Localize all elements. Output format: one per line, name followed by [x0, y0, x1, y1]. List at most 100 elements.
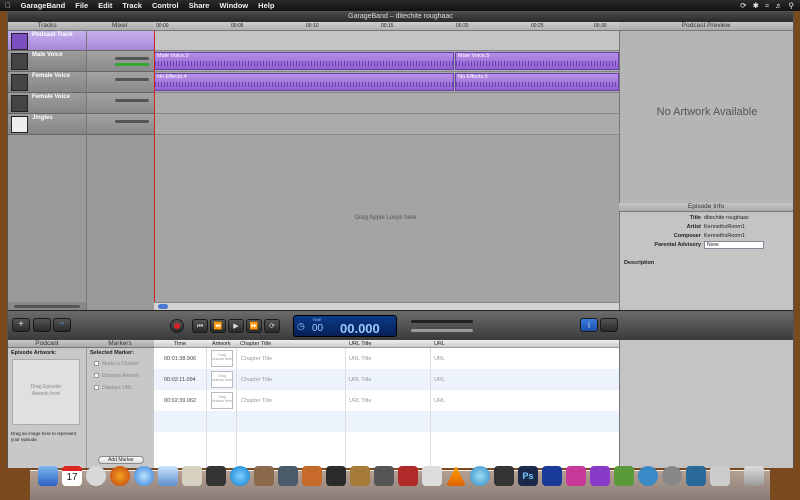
app-icon[interactable]: [398, 466, 418, 486]
menu-edit[interactable]: Edit: [93, 1, 117, 10]
go-to-start-button[interactable]: ⏮: [192, 319, 208, 333]
title-value[interactable]: ditechite roughaac: [704, 215, 749, 221]
app-icon[interactable]: [374, 466, 394, 486]
app-icon[interactable]: [710, 466, 730, 486]
col-chapter-title[interactable]: Chapter Title: [240, 341, 271, 347]
col-time[interactable]: Time: [174, 341, 186, 347]
lane-female-voice-2[interactable]: [154, 93, 619, 114]
lane-jingles[interactable]: [154, 114, 619, 135]
row-artwork-drop[interactable]: Drag Artwork here: [211, 371, 233, 388]
audio-region[interactable]: Male Voice.3: [154, 52, 454, 70]
table-row[interactable]: 00:01:38.906 Drag Artwork here Chapter T…: [154, 348, 619, 369]
volume-slider[interactable]: [115, 57, 149, 60]
timeline-ruler[interactable]: 00:00 00:05 00:10 00:15 00:20 00:25 00:3…: [154, 22, 619, 31]
adium-icon[interactable]: [206, 466, 226, 486]
add-marker-button[interactable]: Add Marker: [98, 456, 144, 464]
horizontal-scrollbar[interactable]: [154, 302, 619, 310]
row-chapter-title[interactable]: Chapter Title: [241, 356, 272, 362]
track-podcast[interactable]: Podcast Track: [8, 31, 86, 51]
row-url[interactable]: URL: [434, 377, 445, 383]
menu-file[interactable]: File: [70, 1, 93, 10]
mixer-female-voice[interactable]: [86, 72, 154, 93]
app-icon[interactable]: [422, 466, 442, 486]
safari-icon[interactable]: [134, 466, 154, 486]
skype-icon[interactable]: [230, 466, 250, 486]
menu-window[interactable]: Window: [214, 1, 253, 10]
wifi-icon[interactable]: ≈: [765, 1, 769, 10]
fast-forward-button[interactable]: ⏩: [246, 319, 262, 333]
row-chapter-title[interactable]: Chapter Title: [241, 377, 272, 383]
quicktime-icon[interactable]: [470, 466, 490, 486]
ical-icon[interactable]: [302, 466, 322, 486]
rewind-button[interactable]: ⏪: [210, 319, 226, 333]
volume-slider[interactable]: [115, 120, 149, 123]
app-icon[interactable]: [590, 466, 610, 486]
info-button[interactable]: i: [580, 318, 598, 332]
record-button[interactable]: [170, 319, 184, 333]
volume-icon[interactable]: ♬: [775, 1, 783, 10]
loops-drop-area[interactable]: Drag Apple Loops here.: [154, 135, 619, 302]
master-volume-slider[interactable]: [411, 329, 473, 332]
menu-help[interactable]: Help: [253, 1, 279, 10]
spotlight-icon[interactable]: ⚲: [789, 1, 795, 10]
col-url[interactable]: URL: [434, 341, 445, 347]
eye-icon[interactable]: [33, 318, 51, 332]
chapter-checkbox[interactable]: [94, 361, 99, 366]
mixer-female-voice-2[interactable]: [86, 93, 154, 114]
lane-podcast[interactable]: [154, 31, 619, 51]
imovie-icon[interactable]: [326, 466, 346, 486]
track-female-voice[interactable]: Female Voice: [8, 72, 86, 93]
firefox-icon[interactable]: [110, 466, 130, 486]
photoshop-icon[interactable]: Ps: [518, 466, 538, 486]
playhead[interactable]: [154, 31, 155, 302]
menu-app[interactable]: GarageBand: [16, 1, 71, 10]
lane-male-voice[interactable]: Male Voice.3 Male Voice.5: [154, 51, 619, 72]
app-icon[interactable]: [686, 466, 706, 486]
row-artwork-drop[interactable]: Drag Artwork here: [211, 350, 233, 367]
table-row[interactable]: 00:02:39.062 Drag Artwork here Chapter T…: [154, 390, 619, 411]
menu-control[interactable]: Control: [147, 1, 184, 10]
track-female-voice-2[interactable]: Female Voice: [8, 93, 86, 114]
episode-artwork-drop[interactable]: Drag Episode Artwork here: [12, 359, 80, 425]
bluetooth-icon[interactable]: ✱: [753, 1, 759, 10]
apple-icon[interactable]: : [0, 1, 16, 10]
sync-icon[interactable]: ⟳: [740, 1, 746, 10]
row-url-title[interactable]: URL Title: [349, 356, 371, 362]
col-artwork[interactable]: Artwork: [212, 341, 231, 347]
add-track-button[interactable]: +: [12, 318, 30, 332]
word-icon[interactable]: [542, 466, 562, 486]
volume-slider[interactable]: [115, 99, 149, 102]
mail-icon[interactable]: [158, 466, 178, 486]
lcd-display[interactable]: ◷ TIME 00 00.000: [293, 315, 397, 337]
url-checkbox[interactable]: [94, 385, 99, 390]
composer-value[interactable]: KennethsRoom1: [704, 233, 745, 239]
app-icon[interactable]: [566, 466, 586, 486]
row-url[interactable]: URL: [434, 356, 445, 362]
row-chapter-title[interactable]: Chapter Title: [241, 398, 272, 404]
zoom-slider[interactable]: [8, 302, 86, 310]
scroll-thumb[interactable]: [158, 304, 168, 309]
row-artwork-drop[interactable]: Drag Artwork here: [211, 392, 233, 409]
mixer-male-voice[interactable]: [86, 51, 154, 72]
row-url-title[interactable]: URL Title: [349, 398, 371, 404]
menu-share[interactable]: Share: [184, 1, 215, 10]
trash-icon[interactable]: [744, 466, 764, 486]
app-icon[interactable]: [638, 466, 658, 486]
row-url[interactable]: URL: [434, 398, 445, 404]
artist-value[interactable]: KennethsRoom1: [704, 224, 745, 230]
artwork-checkbox[interactable]: [94, 373, 99, 378]
photobooth-icon[interactable]: [278, 466, 298, 486]
finder-icon[interactable]: [38, 466, 58, 486]
track-jingles[interactable]: Jingles: [8, 114, 86, 135]
cycle-button[interactable]: ⟳: [264, 319, 280, 333]
calendar-icon[interactable]: 17: [62, 466, 82, 486]
garageband-dock-icon[interactable]: [350, 466, 370, 486]
app-icon[interactable]: [614, 466, 634, 486]
photo-icon[interactable]: [254, 466, 274, 486]
audio-region[interactable]: No Effects.6: [455, 73, 619, 91]
volume-slider[interactable]: [115, 78, 149, 81]
play-button[interactable]: ▶: [228, 319, 244, 333]
track-male-voice[interactable]: Male Voice: [8, 51, 86, 72]
menu-track[interactable]: Track: [117, 1, 147, 10]
app-icon[interactable]: [662, 466, 682, 486]
